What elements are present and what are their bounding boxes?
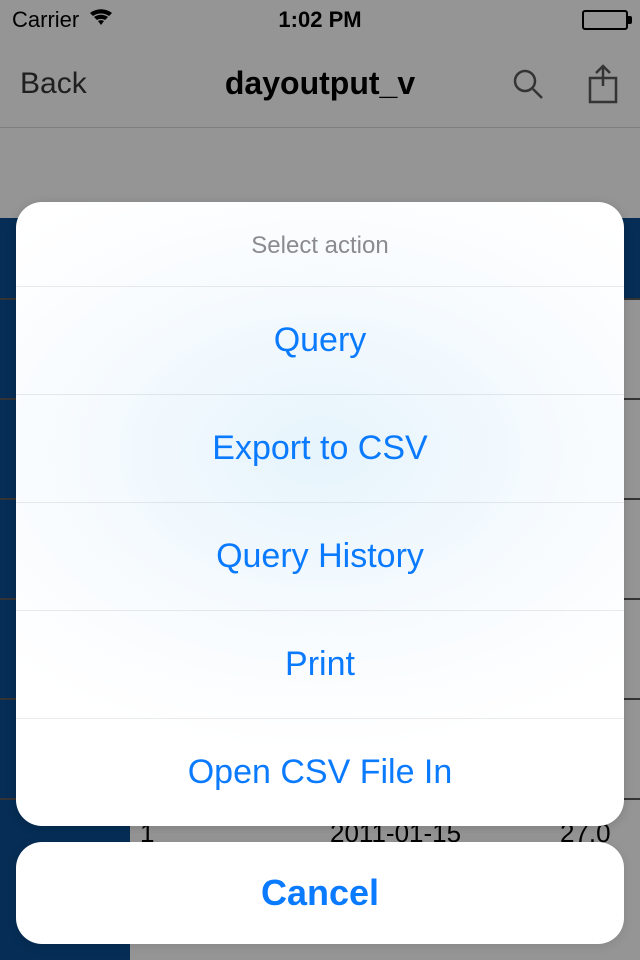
action-sheet-panel: Select action Query Export to CSV Query … (16, 202, 624, 826)
action-open-csv-in[interactable]: Open CSV File In (16, 718, 624, 826)
screen: Carrier 1:02 PM Back dayoutput_v (0, 0, 640, 960)
action-export-csv[interactable]: Export to CSV (16, 394, 624, 502)
action-print[interactable]: Print (16, 610, 624, 718)
cancel-button[interactable]: Cancel (16, 842, 624, 944)
action-query-history[interactable]: Query History (16, 502, 624, 610)
action-query[interactable]: Query (16, 286, 624, 394)
action-sheet: Select action Query Export to CSV Query … (16, 202, 624, 944)
action-sheet-title: Select action (16, 202, 624, 286)
